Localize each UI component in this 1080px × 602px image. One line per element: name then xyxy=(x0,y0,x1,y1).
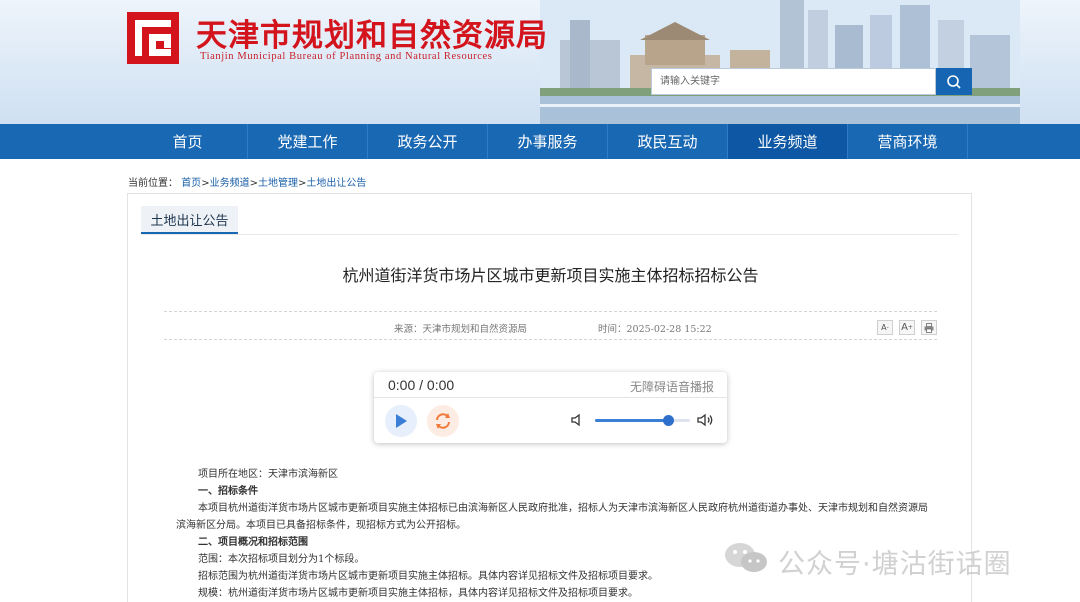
print-button[interactable] xyxy=(921,320,937,335)
nav-item-government-affairs[interactable]: 政务公开 xyxy=(368,124,488,159)
breadcrumb-business-channel[interactable]: 业务频道 xyxy=(210,178,250,189)
breadcrumb-separator: > xyxy=(249,178,258,189)
breadcrumb-separator: > xyxy=(201,178,210,189)
audio-label: 无障碍语音播报 xyxy=(629,380,714,394)
meta-divider-bottom xyxy=(164,339,937,340)
audio-time: 0:00 / 0:00 xyxy=(388,377,455,393)
font-larger-button[interactable]: A + xyxy=(899,320,915,335)
site-header: 天津市规划和自然资源局 Tianjin Municipal Bureau of … xyxy=(0,0,1080,124)
nav-item-services[interactable]: 办事服务 xyxy=(488,124,608,159)
search-input[interactable] xyxy=(652,69,935,94)
city-skyline-banner xyxy=(540,0,1020,124)
nav-item-home[interactable]: 首页 xyxy=(128,124,248,159)
article-body: 项目所在地区：天津市滨海新区 一、招标条件 本项目杭州道街洋货市场片区城市更新项… xyxy=(176,466,936,602)
body-paragraph: 规模：杭州道街洋货市场片区城市更新项目实施主体招标，具体内容详见招标文件及招标项… xyxy=(198,588,638,599)
nav-item-party-building[interactable]: 党建工作 xyxy=(248,124,368,159)
search-icon xyxy=(947,74,961,89)
nav-item-business-environment[interactable]: 营商环境 xyxy=(848,124,968,159)
article-title: 杭州道街洋货市场片区城市更新项目实施主体招标招标公告 xyxy=(342,266,759,285)
volume-high-icon[interactable] xyxy=(697,412,715,428)
volume-fill xyxy=(595,419,669,422)
body-paragraph: 本项目杭州道街洋货市场片区城市更新项目实施主体招标已由滨海新区人民政府批准，招标… xyxy=(176,503,928,531)
search-button[interactable] xyxy=(936,68,972,95)
volume-slider[interactable] xyxy=(595,415,690,426)
wechat-watermark: 公众号·塘沽街话圈 xyxy=(722,540,1062,580)
tab-divider xyxy=(141,234,958,235)
breadcrumb: 当前位置： 首页>业务频道>土地管理>土地出让公告 xyxy=(128,174,366,189)
article-source: 来源：天津市规划和自然资源局 xyxy=(394,324,528,335)
breadcrumb-land-management[interactable]: 土地管理 xyxy=(258,178,298,189)
bureau-logo-icon xyxy=(127,12,179,64)
breadcrumb-prefix: 当前位置： xyxy=(128,178,178,189)
font-larger-label: A xyxy=(901,322,908,333)
site-title: 天津市规划和自然资源局 xyxy=(196,18,548,54)
site-subtitle: Tianjin Municipal Bureau of Planning and… xyxy=(200,51,493,62)
loop-icon xyxy=(436,413,450,429)
breadcrumb-land-transfer-notice[interactable]: 土地出让公告 xyxy=(306,178,366,189)
body-heading: 一、招标条件 xyxy=(198,486,258,497)
watermark-text: 公众号·塘沽街话圈 xyxy=(778,549,1012,580)
body-paragraph: 项目所在地区：天津市滨海新区 xyxy=(198,469,338,480)
page: 天津市规划和自然资源局 Tianjin Municipal Bureau of … xyxy=(0,0,1080,602)
loop-button[interactable] xyxy=(427,405,459,437)
volume-low-icon[interactable] xyxy=(570,413,584,427)
search-field xyxy=(651,68,936,95)
audio-player: 0:00 / 0:00 无障碍语音播报 xyxy=(374,372,727,443)
font-smaller-button[interactable]: A- xyxy=(877,320,893,335)
article-time: 时间：2025-02-28 15:22 xyxy=(598,324,712,335)
volume-knob[interactable] xyxy=(663,415,675,426)
wechat-icon xyxy=(725,543,767,572)
nav-item-interaction[interactable]: 政民互动 xyxy=(608,124,728,159)
meta-divider-top xyxy=(164,311,937,312)
breadcrumb-home[interactable]: 首页 xyxy=(181,178,201,189)
play-button[interactable] xyxy=(385,405,417,437)
player-divider xyxy=(374,397,727,398)
print-icon xyxy=(924,322,934,333)
section-tab[interactable]: 土地出让公告 xyxy=(141,206,238,234)
nav-item-business-channel[interactable]: 业务频道 xyxy=(728,124,848,159)
play-icon xyxy=(396,414,407,428)
main-nav: 首页 党建工作 政务公开 办事服务 政民互动 业务频道 营商环境 xyxy=(0,124,1080,159)
